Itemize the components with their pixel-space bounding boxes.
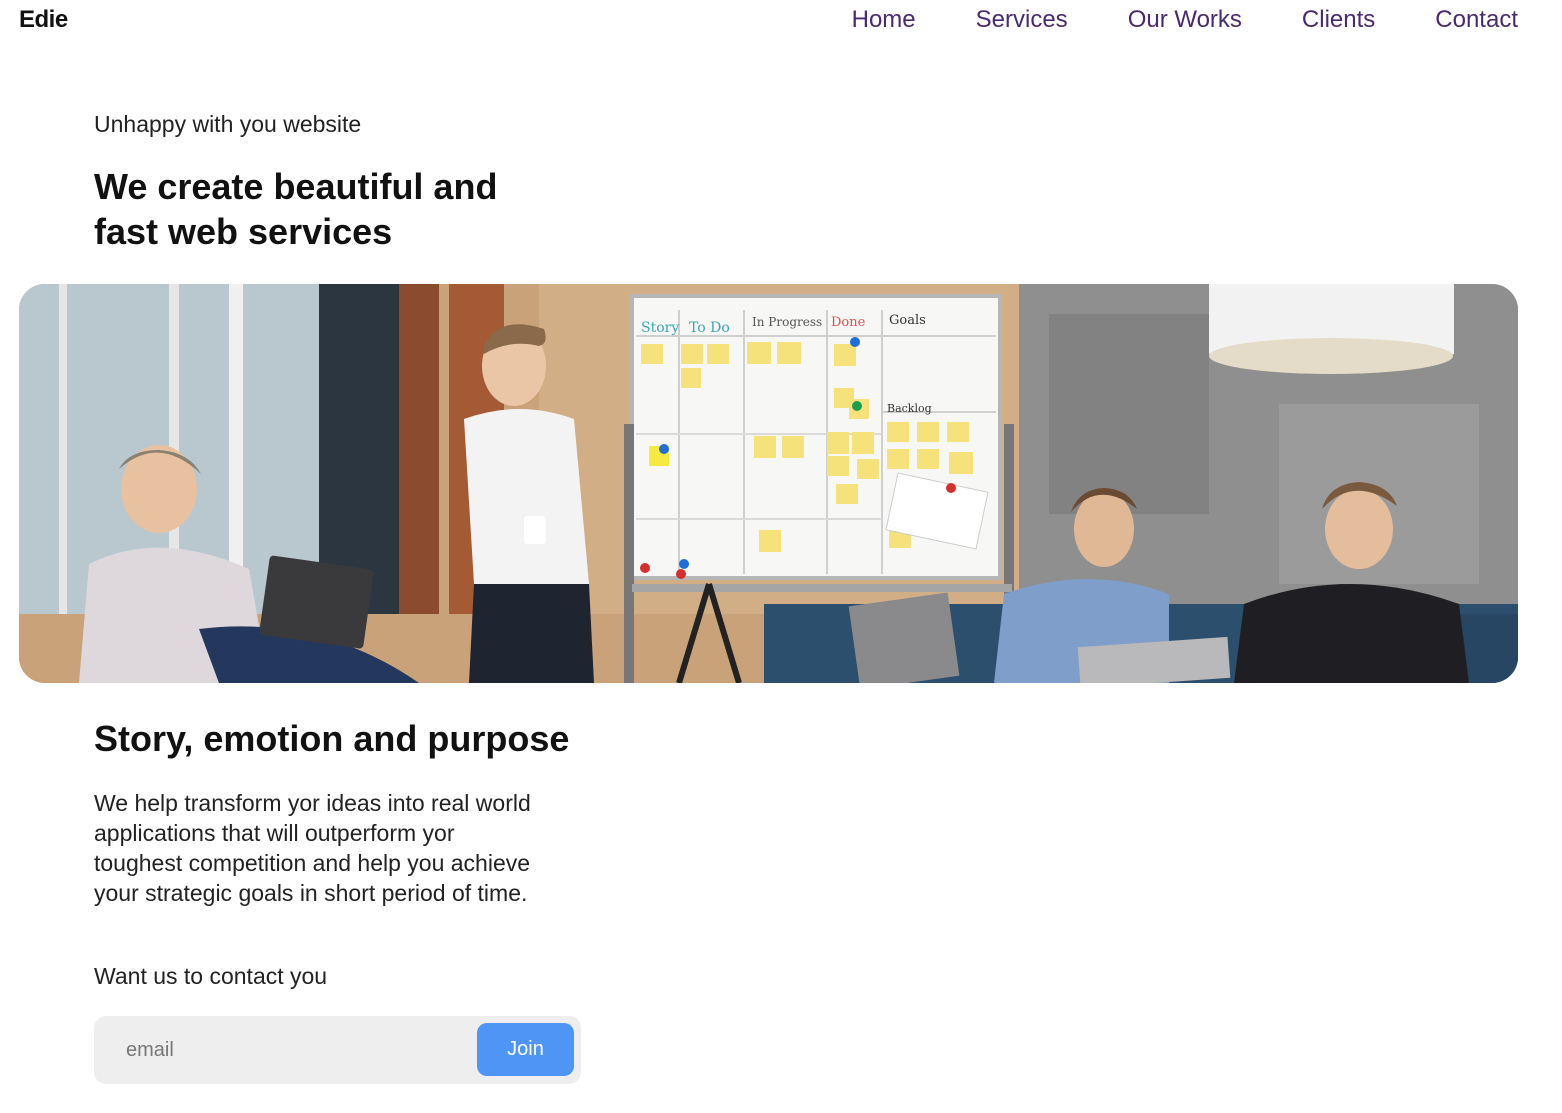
about-title: Story, emotion and purpose [94, 718, 570, 759]
whiteboard-backlog: Backlog [887, 402, 932, 415]
hero-photo: Story To Do In Progress Done Goals Backl… [19, 284, 1518, 683]
whiteboard-col-goals: Goals [889, 313, 926, 328]
email-input[interactable] [110, 1028, 460, 1072]
nav-link-contact[interactable]: Contact [1435, 6, 1518, 34]
site-logo[interactable]: Edie [19, 6, 68, 34]
about-body: We help transform yor ideas into real wo… [94, 790, 531, 906]
contact-form: Join [94, 1016, 581, 1084]
nav-link-our-works[interactable]: Our Works [1128, 6, 1242, 34]
top-nav: Edie Home Services Our Works Clients Con… [0, 0, 1562, 44]
nav-link-clients[interactable]: Clients [1302, 6, 1375, 34]
hero-title: We create beautiful and fast web service… [94, 166, 498, 252]
nav-links: Home Services Our Works Clients Contact [852, 6, 1518, 34]
hero-subtitle: Unhappy with you website [94, 111, 362, 137]
join-button[interactable]: Join [477, 1023, 574, 1076]
nav-link-services[interactable]: Services [976, 6, 1068, 34]
whiteboard-col-story: Story [641, 320, 679, 336]
hero-photo-illustration: Story To Do In Progress Done Goals Backl… [19, 284, 1518, 683]
whiteboard-col-todo: To Do [689, 320, 730, 336]
whiteboard-col-done: Done [831, 315, 866, 330]
contact-label: Want us to contact you [94, 963, 328, 989]
nav-link-home[interactable]: Home [852, 6, 916, 34]
whiteboard-col-progress: In Progress [752, 315, 822, 329]
